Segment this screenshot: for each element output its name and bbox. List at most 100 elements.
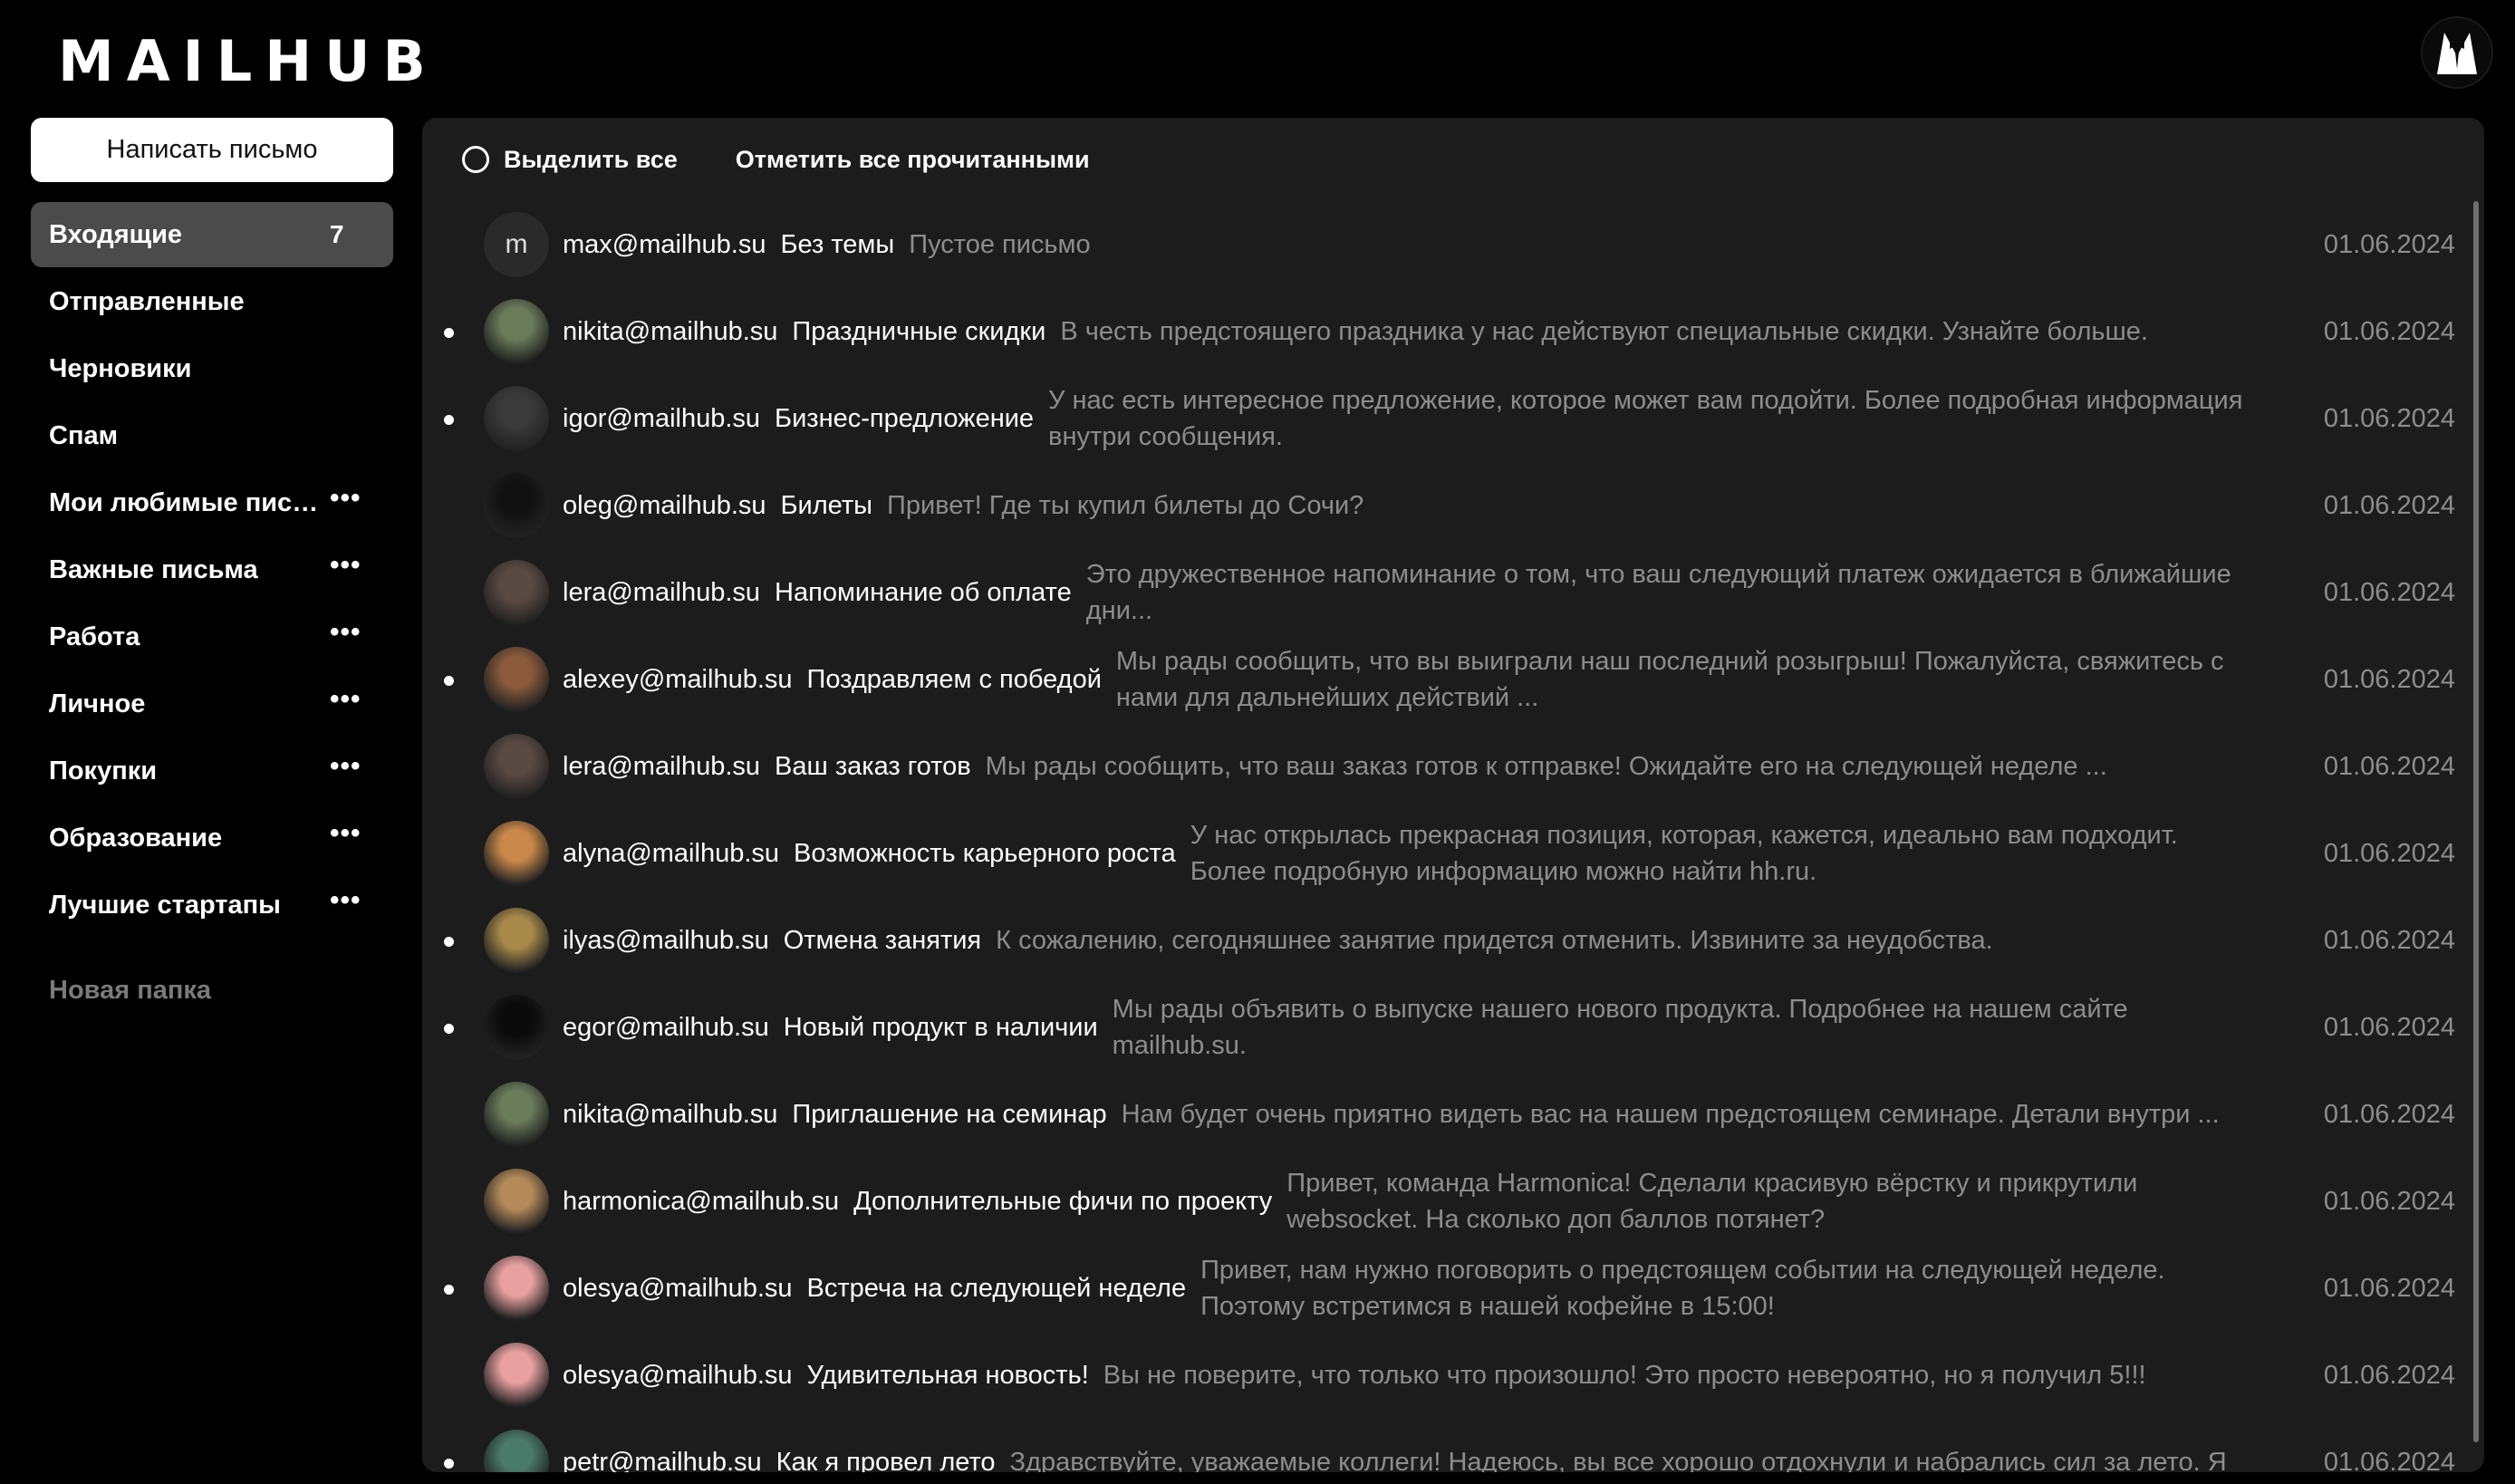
email-row[interactable]: petr@mailhub.su Как я провел лето Здравств…	[422, 1419, 2470, 1472]
folder-item[interactable]: Образование •••	[31, 805, 393, 871]
email-date: 01.06.2024	[2323, 1274, 2455, 1303]
sender-avatar	[484, 1256, 549, 1321]
email-sender: petr@mailhub.su	[563, 1447, 762, 1473]
email-date: 01.06.2024	[2323, 491, 2455, 520]
tuxedo-icon	[2437, 33, 2477, 74]
email-sender: olesya@mailhub.su	[563, 1273, 793, 1303]
email-row[interactable]: harmonica@mailhub.su Дополнительные фичи …	[422, 1158, 2470, 1245]
email-row[interactable]: m max@mailhub.su Без темы Пустое письмо 01.0…	[422, 201, 2470, 288]
select-all-label: Выделить все	[504, 145, 678, 173]
email-row[interactable]: alexey@mailhub.su Поздравляем с победой Мы…	[422, 636, 2470, 723]
folder-item[interactable]: Покупки •••	[31, 738, 393, 804]
folder-label: Покупки	[49, 756, 158, 785]
email-row[interactable]: olesya@mailhub.su Удивительная новость! Вы…	[422, 1332, 2470, 1419]
email-subject: Отмена занятия	[783, 925, 982, 955]
more-options-icon[interactable]: •••	[330, 552, 361, 588]
folder-list: Входящие 7 Отправленные Черновики Спам Мои лю…	[31, 202, 393, 938]
folder-item[interactable]: Работа •••	[31, 604, 393, 670]
email-row[interactable]: nikita@mailhub.su Приглашение на семинар Н…	[422, 1071, 2470, 1158]
more-options-icon[interactable]: •••	[330, 887, 361, 923]
more-options-icon[interactable]: •••	[330, 485, 361, 521]
email-sender: nikita@mailhub.su	[563, 316, 778, 346]
email-subject: Поздравляем с победой	[806, 664, 1102, 694]
sender-avatar: m	[484, 212, 549, 277]
sender-avatar	[484, 1343, 549, 1408]
email-row[interactable]: oleg@mailhub.su Билеты Привет! Где ты купи…	[422, 462, 2470, 549]
folder-label: Образование	[49, 823, 223, 853]
mark-all-read-button[interactable]: Отметить все прочитанными	[736, 146, 1090, 174]
email-subject: Без темы	[780, 229, 895, 259]
email-row[interactable]: igor@mailhub.su Бизнес-предложение У нас е…	[422, 375, 2470, 462]
sidebar: Написать письмо Входящие 7 Отправленные Чер…	[31, 118, 393, 1023]
folder-item[interactable]: Важные письма •••	[31, 537, 393, 602]
folder-item[interactable]: Спам	[31, 403, 393, 468]
email-subject: Праздничные скидки	[792, 316, 1046, 346]
folder-item[interactable]: Личное •••	[31, 671, 393, 737]
email-date: 01.06.2024	[2323, 926, 2455, 955]
email-preview: Нам будет очень приятно видеть вас на на…	[1121, 1100, 2220, 1129]
new-folder-button[interactable]: Новая папка	[31, 958, 393, 1023]
more-options-icon[interactable]: •••	[330, 619, 361, 655]
email-sender: egor@mailhub.su	[563, 1012, 769, 1042]
email-preview: Привет! Где ты купил билеты до Сочи?	[886, 491, 1364, 520]
email-sender: alyna@mailhub.su	[563, 838, 780, 868]
folder-label: Лучшие стартапы	[49, 890, 281, 920]
email-date: 01.06.2024	[2323, 578, 2455, 607]
app-logo[interactable]: MAILHUB	[58, 25, 438, 98]
email-date: 01.06.2024	[2323, 1013, 2455, 1042]
email-subject: Приглашение на семинар	[792, 1099, 1107, 1129]
mail-panel: Выделить все Отметить все прочитанными m…	[422, 118, 2484, 1472]
email-row[interactable]: alyna@mailhub.su Возможность карьерного р…	[422, 810, 2470, 897]
folder-item[interactable]: Лучшие стартапы •••	[31, 872, 393, 938]
folder-label: Спам	[49, 420, 119, 450]
compose-button[interactable]: Написать письмо	[31, 118, 393, 182]
email-row[interactable]: lera@mailhub.su Ваш заказ готов Мы рады со…	[422, 723, 2470, 810]
more-options-icon[interactable]: •••	[330, 820, 361, 856]
email-preview: Пустое письмо	[909, 230, 1091, 259]
email-row[interactable]: nikita@mailhub.su Праздничные скидки В чес…	[422, 288, 2470, 375]
email-content: egor@mailhub.su Новый продукт в наличии Мы…	[563, 984, 2243, 1071]
folder-label: Отправленные	[49, 286, 245, 316]
folder-item[interactable]: Входящие 7	[31, 202, 393, 267]
email-row[interactable]: ilyas@mailhub.su Отмена занятия К сожалени…	[422, 897, 2470, 984]
select-all-button[interactable]: Выделить все	[462, 146, 678, 174]
unread-dot-icon	[444, 937, 454, 947]
folder-label: Черновики	[49, 353, 192, 383]
email-sender: ilyas@mailhub.su	[563, 925, 769, 955]
email-sender: olesya@mailhub.su	[563, 1360, 793, 1390]
sender-avatar	[484, 560, 549, 625]
email-subject: Встреча на следующей неделе	[806, 1273, 1187, 1303]
email-subject: Напоминание об оплате	[775, 577, 1072, 607]
email-row[interactable]: olesya@mailhub.su Встреча на следующей не…	[422, 1245, 2470, 1332]
folder-item[interactable]: Мои любимые пись... •••	[31, 470, 393, 535]
email-preview: У нас открылась прекрасная позиция, кото…	[1190, 821, 2178, 886]
unread-dot-icon	[444, 1024, 454, 1034]
folder-item[interactable]: Черновики	[31, 336, 393, 401]
email-subject: Возможность карьерного роста	[794, 838, 1176, 868]
email-row[interactable]: egor@mailhub.su Новый продукт в наличии Мы…	[422, 984, 2470, 1071]
folder-item[interactable]: Отправленные	[31, 269, 393, 334]
scrollbar[interactable]	[2473, 201, 2479, 1442]
email-preview: В честь предстоящего праздника у нас дей…	[1060, 317, 2148, 346]
mail-app: MAILHUB Написать письмо Входящие 7 Отправл…	[0, 0, 2515, 1484]
unread-dot-icon	[444, 328, 454, 338]
email-preview: Привет, нам нужно поговорить о предстоящ…	[1200, 1256, 2165, 1321]
email-sender: alexey@mailhub.su	[563, 664, 793, 694]
email-date: 01.06.2024	[2323, 317, 2455, 346]
radio-circle-icon[interactable]	[462, 146, 489, 173]
folder-label: Мои любимые пись...	[49, 487, 330, 517]
email-sender: nikita@mailhub.su	[563, 1099, 778, 1129]
more-options-icon[interactable]: •••	[330, 686, 361, 722]
more-options-icon[interactable]: •••	[330, 753, 361, 789]
email-subject: Дополнительные фичи по проекту	[853, 1186, 1273, 1216]
sender-avatar	[484, 473, 549, 538]
email-subject: Удивительная новость!	[806, 1360, 1089, 1390]
email-preview: Вы не поверите, что только что произошло…	[1103, 1361, 2146, 1390]
user-avatar[interactable]	[2421, 16, 2493, 89]
email-subject: Бизнес-предложение	[775, 403, 1035, 433]
email-preview: Привет, команда Harmonica! Сделали краси…	[1286, 1169, 2138, 1234]
email-sender: lera@mailhub.su	[563, 577, 761, 607]
email-sender: igor@mailhub.su	[563, 403, 761, 433]
unread-count-badge: 7	[330, 220, 344, 248]
email-row[interactable]: lera@mailhub.su Напоминание об оплате Это …	[422, 549, 2470, 636]
